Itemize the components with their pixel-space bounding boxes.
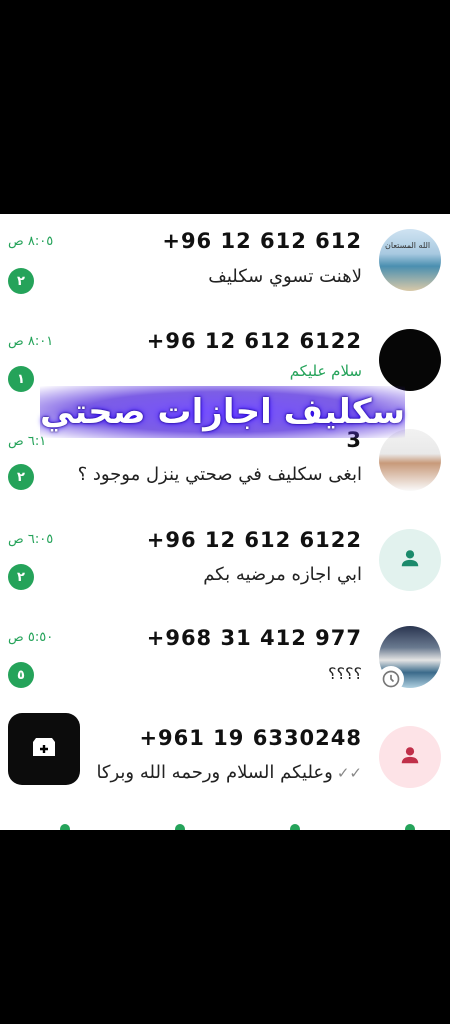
unread-badge: ١ (8, 366, 34, 392)
badge-edge (405, 824, 415, 830)
avatar-caption: الله المستعان (385, 241, 431, 250)
double-check-icon: ✓✓ (336, 764, 362, 782)
next-row-indicators (0, 820, 450, 830)
avatar (379, 726, 441, 788)
chat-row[interactable]: الله المستعان +96 12 612 612 لاهنت تسوي … (0, 214, 450, 314)
message-preview: ؟؟؟؟ (328, 664, 362, 683)
contact-name: +96 12 612 612 (162, 229, 362, 253)
timestamp: ٥:٥٠ ص (8, 630, 54, 645)
avatar (379, 529, 441, 591)
chat-row[interactable]: +968 31 412 977 ؟؟؟؟ ٥:٥٠ ص ٥ (0, 614, 450, 714)
timestamp: ٨:٠٥ ص (8, 234, 54, 249)
message-preview: ابغى سكليف في صحتي ينزل موجود ؟ (77, 464, 362, 485)
overlay-title: سكليف اجازات صحتي (40, 386, 405, 438)
chat-row[interactable]: +96 12 612 6122 ابي اجازه مرضيه بكم ٦:٠٥… (0, 514, 450, 614)
message-preview: ابي اجازه مرضيه بكم (203, 564, 362, 585)
timestamp: ٦:٠٥ ص (8, 532, 54, 547)
contact-name: +961 19 6330248 (139, 726, 362, 750)
message-preview: لاهنت تسوي سكليف (208, 266, 362, 287)
badge-edge (290, 824, 300, 830)
badge-edge (175, 824, 185, 830)
unread-badge: ٥ (8, 662, 34, 688)
unread-badge: ٢ (8, 268, 34, 294)
message-preview: ✓✓وعليكم السلام ورحمه الله وبركا (96, 762, 362, 783)
person-icon (399, 744, 421, 770)
contact-name: +96 12 612 6122 (146, 329, 362, 353)
clock-icon (378, 666, 404, 692)
contact-name: +96 12 612 6122 (146, 528, 362, 552)
unread-badge: ٢ (8, 564, 34, 590)
avatar (379, 329, 441, 391)
new-chat-icon (29, 734, 59, 764)
avatar: الله المستعان (379, 229, 441, 291)
badge-edge (60, 824, 70, 830)
contact-name: +968 31 412 977 (146, 626, 362, 650)
message-preview: سلام عليكم (289, 362, 362, 380)
new-chat-button[interactable] (8, 713, 80, 785)
avatar (379, 429, 441, 491)
timestamp: ٨:٠١ ص (8, 334, 54, 349)
person-icon (399, 547, 421, 573)
unread-badge: ٢ (8, 464, 34, 490)
